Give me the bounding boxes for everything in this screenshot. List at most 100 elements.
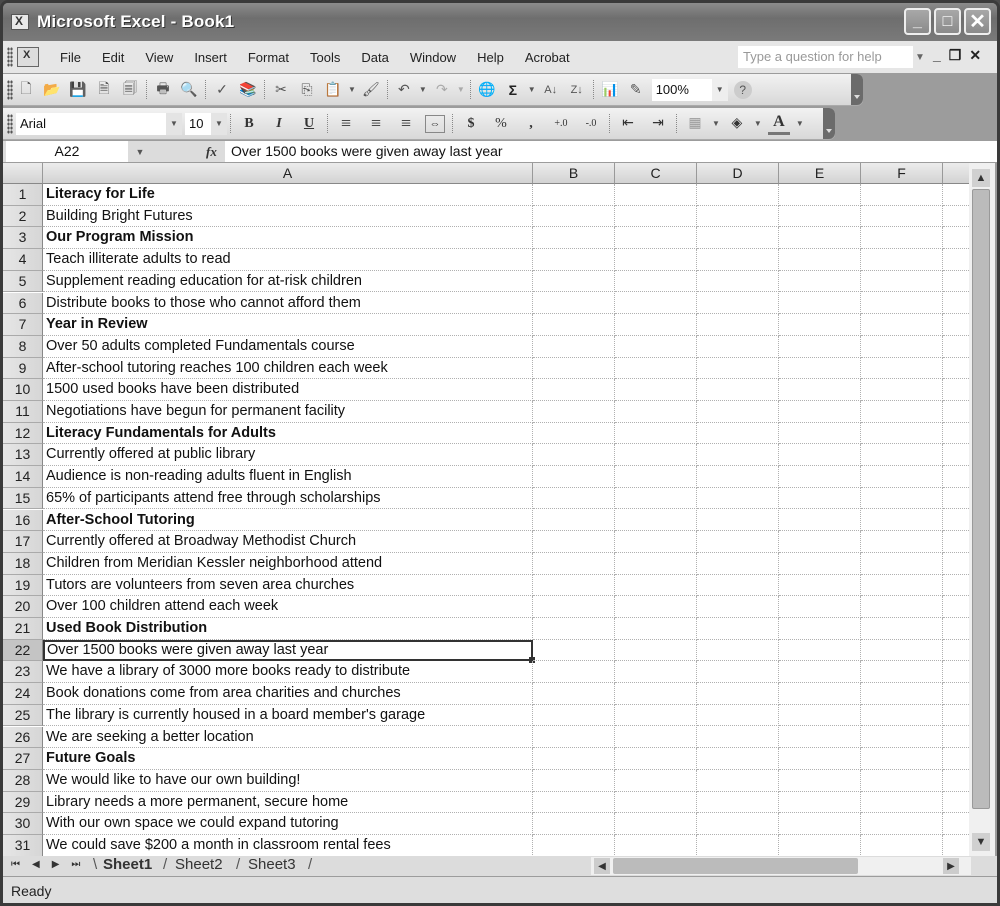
name-box-dropdown-arrow[interactable]: ▼ <box>128 147 152 157</box>
cell-d16[interactable] <box>697 509 779 532</box>
cell-c5[interactable] <box>615 270 697 293</box>
cell-a30[interactable]: With our own space we could expand tutor… <box>43 813 533 835</box>
cell-d1[interactable] <box>697 184 779 206</box>
cell-d15[interactable] <box>697 487 779 510</box>
row-header-4[interactable]: 4 <box>3 249 43 271</box>
cell-e23[interactable] <box>779 661 861 684</box>
cell-d21[interactable] <box>697 618 779 640</box>
font-name-input[interactable]: Arial <box>16 112 166 135</box>
merge-center-button[interactable]: ⇔ <box>425 114 445 133</box>
cell-f10[interactable] <box>861 379 943 401</box>
cell-g5[interactable] <box>943 271 969 293</box>
cell-e6[interactable] <box>779 292 861 315</box>
cell-b24[interactable] <box>533 683 615 705</box>
help-icon[interactable]: ? <box>733 80 752 99</box>
cell-e29[interactable] <box>779 791 861 814</box>
horizontal-scrollbar[interactable]: ◀ ▶ <box>591 857 971 875</box>
cell-a27[interactable]: Future Goals <box>43 748 533 770</box>
cell-d30[interactable] <box>697 813 779 835</box>
cell-g12[interactable] <box>943 423 969 445</box>
cell-c29[interactable] <box>615 791 697 814</box>
menu-view[interactable]: View <box>145 50 173 65</box>
cell-a6[interactable]: Distribute books to those who cannot aff… <box>43 292 533 315</box>
help-search-input[interactable]: Type a question for help <box>738 46 913 68</box>
copy-icon[interactable]: ⎘ <box>296 79 318 101</box>
cell-g22[interactable] <box>943 640 969 662</box>
row-header-2[interactable]: 2 <box>3 205 43 228</box>
cell-b4[interactable] <box>533 249 615 271</box>
row-header-26[interactable]: 26 <box>3 726 43 749</box>
cell-e31[interactable] <box>779 835 861 856</box>
font-color-dropdown-arrow[interactable]: ▼ <box>796 119 804 128</box>
cell-f19[interactable] <box>861 574 943 597</box>
font-size-input[interactable]: 10 <box>185 112 211 135</box>
cell-c10[interactable] <box>615 379 697 401</box>
cell-b27[interactable] <box>533 748 615 770</box>
cell-a3[interactable]: Our Program Mission <box>43 227 533 250</box>
cell-f23[interactable] <box>861 661 943 684</box>
workbook-minimize-button[interactable]: _ <box>933 47 941 64</box>
cell-f4[interactable] <box>861 249 943 271</box>
cell-c19[interactable] <box>615 574 697 597</box>
cell-e11[interactable] <box>779 401 861 423</box>
row-header-16[interactable]: 16 <box>3 509 43 532</box>
insert-function-icon[interactable]: fx <box>206 144 217 160</box>
permission-icon[interactable]: 🗎 <box>93 79 115 101</box>
cell-b26[interactable] <box>533 726 615 749</box>
workbook-icon[interactable] <box>17 47 39 67</box>
cell-b17[interactable] <box>533 531 615 553</box>
cell-f27[interactable] <box>861 748 943 770</box>
cell-d29[interactable] <box>697 791 779 814</box>
align-right-button[interactable]: ≡ <box>395 113 417 135</box>
spelling-icon[interactable]: ✓ <box>211 79 233 101</box>
cell-g31[interactable] <box>943 835 969 856</box>
borders-button[interactable]: ▦ <box>684 113 706 135</box>
cell-a16[interactable]: After-School Tutoring <box>43 509 533 532</box>
scroll-right-button[interactable]: ▶ <box>943 858 959 874</box>
cell-g4[interactable] <box>943 249 969 271</box>
font-size-dropdown-arrow[interactable]: ▼ <box>211 112 227 135</box>
zoom-input[interactable]: 100% <box>651 78 712 101</box>
vertical-scroll-thumb[interactable] <box>972 189 990 809</box>
borders-dropdown-arrow[interactable]: ▼ <box>712 119 720 128</box>
formula-input[interactable]: Over 1500 books were given away last yea… <box>225 141 997 162</box>
maximize-button[interactable]: □ <box>934 8 961 35</box>
cell-e26[interactable] <box>779 726 861 749</box>
row-header-1[interactable]: 1 <box>3 184 43 206</box>
name-box[interactable]: A22 <box>6 141 128 162</box>
cell-b16[interactable] <box>533 509 615 532</box>
row-header-14[interactable]: 14 <box>3 466 43 488</box>
cell-f26[interactable] <box>861 726 943 749</box>
cell-e2[interactable] <box>779 205 861 228</box>
cell-e9[interactable] <box>779 357 861 380</box>
cut-icon[interactable]: ✂ <box>270 79 292 101</box>
cell-a13[interactable]: Currently offered at public library <box>43 444 533 467</box>
cell-c3[interactable] <box>615 227 697 250</box>
cell-g9[interactable] <box>943 358 969 380</box>
cell-g24[interactable] <box>943 683 969 705</box>
vertical-scrollbar[interactable]: ▲ ▼ <box>969 163 995 856</box>
sheet-tab-sheet2[interactable]: Sheet2 <box>175 856 223 873</box>
cell-c26[interactable] <box>615 726 697 749</box>
menu-window[interactable]: Window <box>410 50 456 65</box>
cell-g1[interactable] <box>943 184 969 206</box>
cell-f25[interactable] <box>861 704 943 727</box>
cell-d27[interactable] <box>697 748 779 770</box>
cell-a22-selected[interactable]: Over 1500 books were given away last yea… <box>43 639 533 662</box>
cell-c11[interactable] <box>615 401 697 423</box>
cell-a29[interactable]: Library needs a more permanent, secure h… <box>43 791 533 814</box>
row-header-3[interactable]: 3 <box>3 227 43 250</box>
cell-f30[interactable] <box>861 813 943 835</box>
cell-f14[interactable] <box>861 466 943 488</box>
cell-g10[interactable] <box>943 379 969 401</box>
cell-a28[interactable]: We would like to have our own building! <box>43 769 533 792</box>
cell-b25[interactable] <box>533 704 615 727</box>
cell-d10[interactable] <box>697 379 779 401</box>
cell-g19[interactable] <box>943 575 969 597</box>
cell-a14[interactable]: Audience is non-reading adults fluent in… <box>43 466 533 488</box>
cell-e13[interactable] <box>779 444 861 467</box>
autosum-icon[interactable]: Σ <box>502 79 524 101</box>
cell-c1[interactable] <box>615 184 697 206</box>
cell-b11[interactable] <box>533 401 615 423</box>
scroll-up-button[interactable]: ▲ <box>972 169 990 187</box>
